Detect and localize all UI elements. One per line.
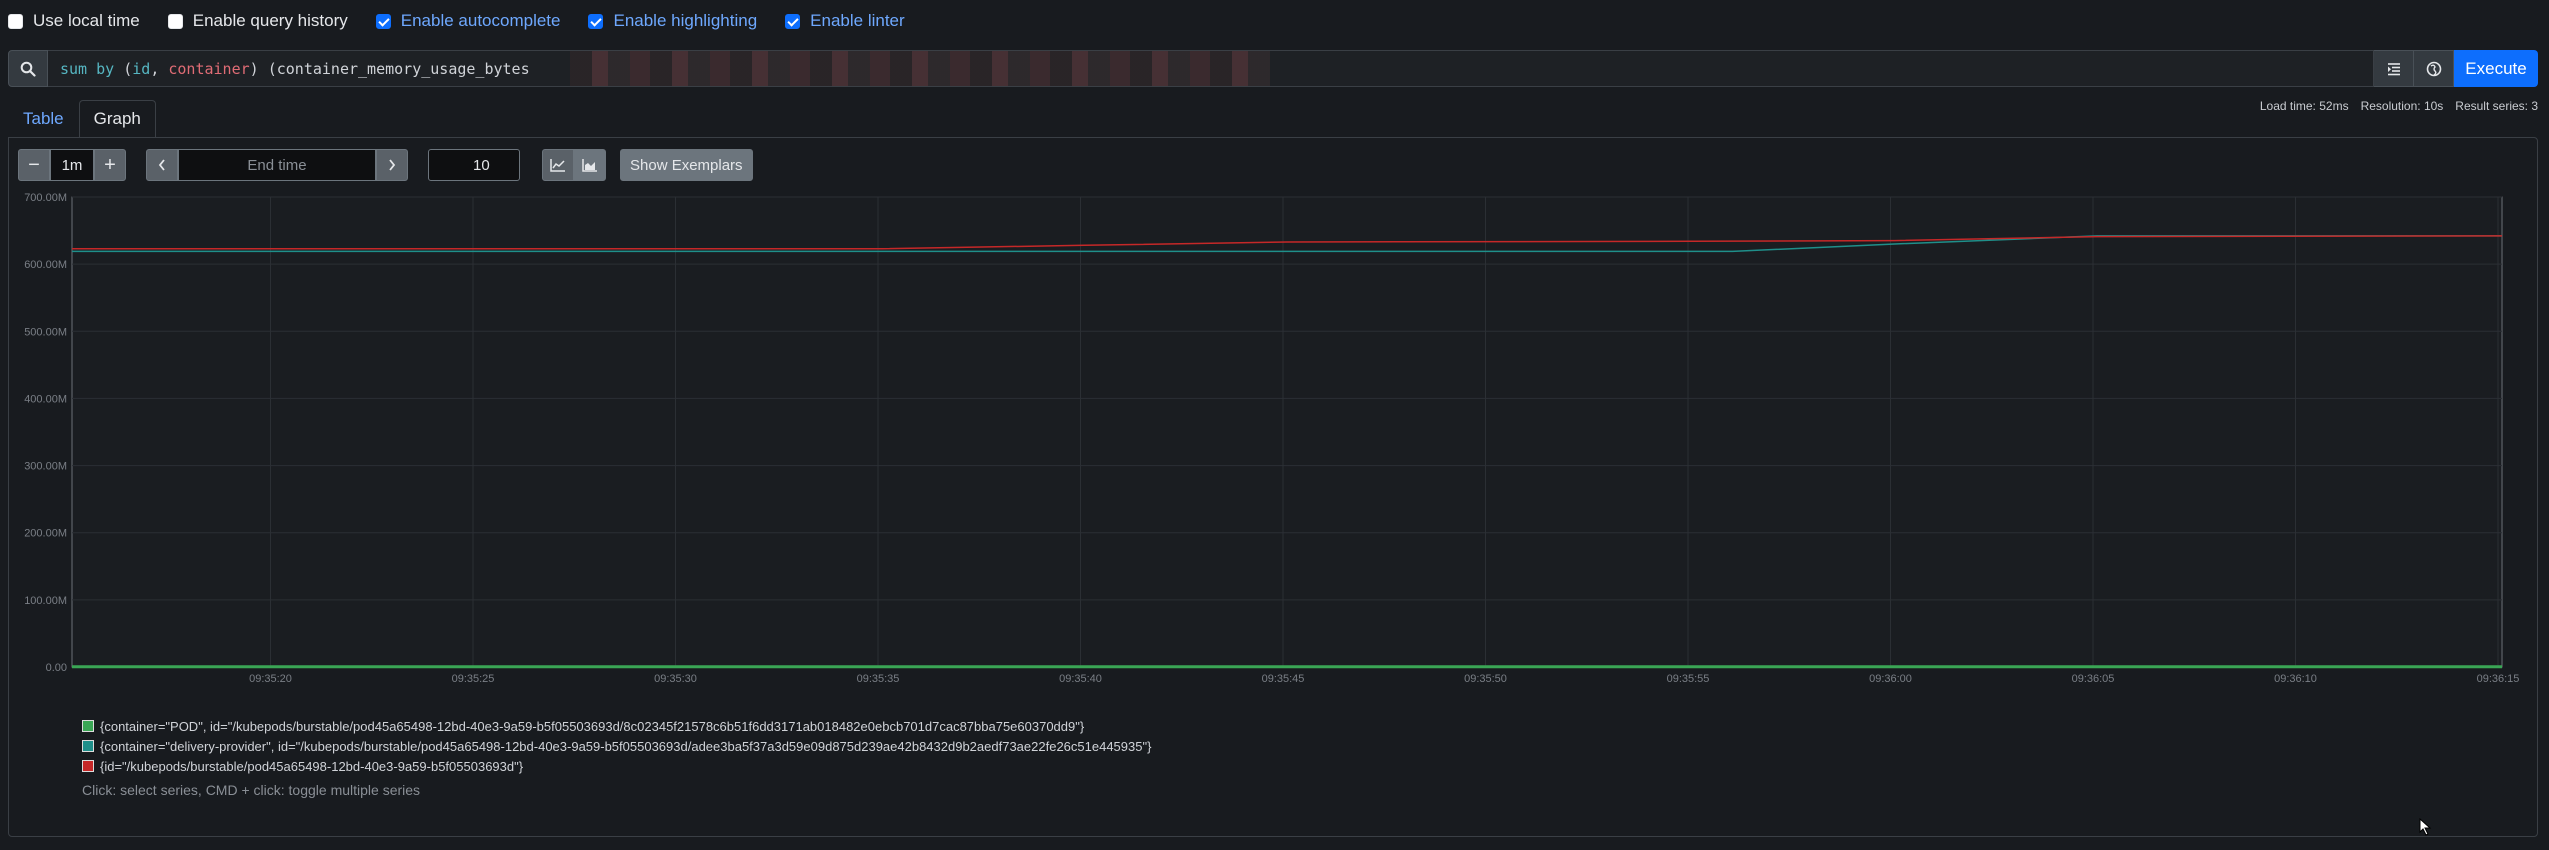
legend-item[interactable]: {container="POD", id="/kubepods/burstabl…: [82, 716, 1151, 736]
y-tick-label: 200.00M: [24, 528, 67, 540]
plot-area: [71, 196, 2503, 668]
increase-range-button[interactable]: +: [94, 149, 126, 181]
legend-swatch: [82, 720, 94, 732]
query-bar: sum by (id, container) (container_memory…: [8, 50, 2538, 87]
query-keyword: sum by: [60, 59, 115, 78]
mouse-cursor-icon: [2419, 818, 2432, 836]
enable-query-history-label: Enable query history: [192, 11, 348, 30]
minus-icon: −: [28, 153, 40, 176]
x-tick-label: 09:36:00: [1869, 673, 1912, 685]
enable-linter-checkbox[interactable]: [785, 13, 801, 29]
metrics-explorer-button[interactable]: [2374, 50, 2414, 87]
enable-linter-option[interactable]: Enable linter: [785, 11, 905, 31]
x-tick-label: 09:35:30: [654, 673, 697, 685]
globe-button[interactable]: [2414, 50, 2454, 87]
tab-graph[interactable]: Graph: [78, 100, 156, 138]
query-metric: (container_memory_usage_bytes: [267, 59, 530, 78]
decrease-range-button[interactable]: −: [18, 149, 50, 181]
query-paren-open: (: [114, 59, 133, 78]
x-tick-label: 09:36:05: [2072, 673, 2115, 685]
query-comma: ,: [150, 59, 169, 78]
stacked-chart-button[interactable]: [574, 149, 606, 181]
x-tick-label: 09:35:20: [249, 673, 292, 685]
query-paren-close: ): [249, 59, 268, 78]
x-tick-label: 09:35:35: [857, 673, 900, 685]
y-tick-label: 600.00M: [24, 259, 67, 271]
x-tick-label: 09:35:55: [1667, 673, 1710, 685]
x-tick-label: 09:35:25: [452, 673, 495, 685]
x-tick-label: 09:36:10: [2274, 673, 2317, 685]
plus-icon: +: [104, 153, 116, 176]
result-series: Result series: 3: [2455, 99, 2538, 113]
graph-controls: − 1m + End time 10 Show Exemplars: [18, 149, 753, 181]
y-tick-label: 400.00M: [24, 393, 67, 405]
legend-swatch: [82, 740, 94, 752]
y-tick-label: 300.00M: [24, 461, 67, 473]
x-tick-label: 09:35:50: [1464, 673, 1507, 685]
enable-linter-label: Enable linter: [810, 11, 905, 30]
legend-label: {container="delivery-provider", id="/kub…: [100, 738, 1152, 754]
enable-query-history-checkbox[interactable]: [167, 13, 183, 29]
query-stats: Load time: 52ms Resolution: 10s Result s…: [2260, 99, 2538, 113]
use-local-time-checkbox[interactable]: [8, 13, 23, 29]
execute-button[interactable]: Execute: [2454, 50, 2538, 87]
x-tick-label: 09:35:40: [1059, 673, 1102, 685]
end-time-input[interactable]: End time: [178, 149, 376, 181]
query-label-id: id: [132, 59, 151, 78]
enable-highlighting-checkbox[interactable]: [588, 13, 604, 29]
use-local-time-option[interactable]: Use local time: [8, 11, 140, 31]
search-icon: [8, 50, 48, 87]
enable-highlighting-label: Enable highlighting: [613, 11, 758, 30]
graph-legend: {container="POD", id="/kubepods/burstabl…: [82, 716, 1151, 798]
enable-autocomplete-label: Enable autocomplete: [400, 11, 561, 30]
legend-label: {id="/kubepods/burstable/pod45a65498-12b…: [100, 758, 524, 774]
x-tick-label: 09:35:45: [1262, 673, 1305, 685]
legend-swatch: [82, 760, 94, 772]
chevron-left-icon: [158, 159, 165, 171]
range-input[interactable]: 1m: [50, 149, 94, 181]
next-time-button[interactable]: [376, 149, 408, 181]
chevron-right-icon: [389, 159, 396, 171]
resolution-input[interactable]: 10: [428, 149, 520, 181]
line-chart-button[interactable]: [542, 149, 574, 181]
enable-autocomplete-checkbox[interactable]: [375, 13, 391, 29]
enable-autocomplete-option[interactable]: Enable autocomplete: [375, 11, 561, 31]
y-tick-label: 100.00M: [24, 595, 67, 607]
previous-time-button[interactable]: [146, 149, 178, 181]
show-exemplars-button[interactable]: Show Exemplars: [620, 149, 753, 181]
y-tick-label: 0.00: [46, 662, 67, 674]
enable-query-history-option[interactable]: Enable query history: [167, 11, 348, 31]
query-label-container: container: [168, 59, 250, 78]
redacted-region: [570, 51, 1270, 86]
x-tick-label: 09:36:15: [2477, 673, 2520, 685]
query-options: Use local time Enable query history Enab…: [8, 10, 905, 32]
enable-highlighting-option[interactable]: Enable highlighting: [588, 11, 757, 31]
globe-icon: [2426, 61, 2441, 76]
load-time: Load time: 52ms: [2259, 99, 2349, 113]
legend-hint: Click: select series, CMD + click: toggl…: [82, 782, 421, 798]
resolution-stat: Resolution: 10s: [2360, 99, 2444, 113]
y-tick-label: 500.00M: [24, 326, 67, 338]
area-chart-icon: [582, 159, 597, 172]
y-tick-label: 700.00M: [24, 192, 67, 204]
list-icon: [2387, 62, 2400, 75]
use-local-time-label: Use local time: [33, 11, 140, 30]
expression-input[interactable]: sum by (id, container) (container_memory…: [48, 50, 2374, 87]
graph-chart[interactable]: 700.00M 600.00M 500.00M 400.00M 300.00M 200.0…: [0, 180, 2549, 700]
legend-item[interactable]: {container="delivery-provider", id="/kub…: [82, 736, 1151, 756]
legend-label: {container="POD", id="/kubepods/burstabl…: [100, 718, 1085, 734]
view-tabs: Table Graph: [8, 100, 156, 138]
line-chart-icon: [550, 159, 565, 172]
legend-item[interactable]: {id="/kubepods/burstable/pod45a65498-12b…: [82, 756, 1151, 776]
tab-table[interactable]: Table: [8, 100, 79, 138]
